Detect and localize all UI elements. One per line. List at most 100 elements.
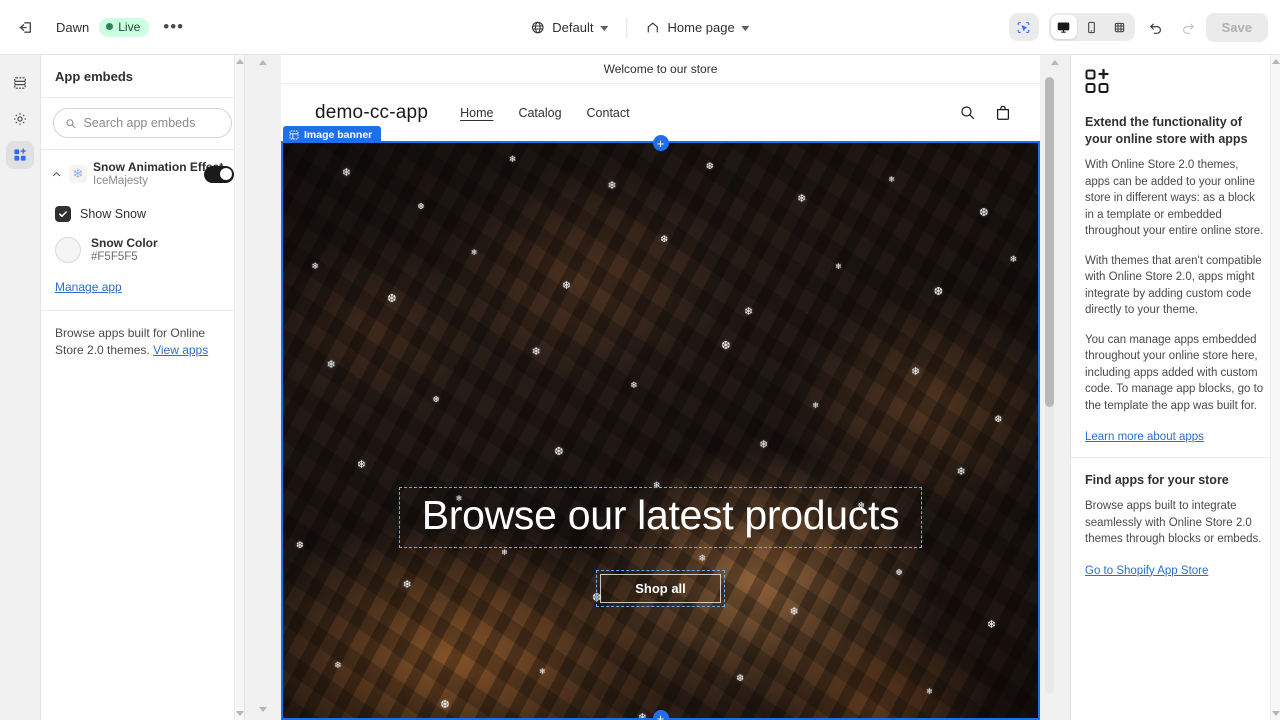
- left-panel-scrollbar[interactable]: [234, 55, 244, 720]
- mobile-icon[interactable]: [1079, 15, 1105, 39]
- search-input[interactable]: [83, 116, 220, 130]
- apps-info-body: Extend the functionality of your online …: [1071, 55, 1280, 457]
- settings-gear-icon[interactable]: [6, 105, 34, 133]
- sidebar-item-apps[interactable]: [6, 141, 34, 169]
- snow-color-row[interactable]: Snow Color #F5F5F5: [55, 234, 230, 278]
- storefront-header: demo-cc-app Home Catalog Contact: [281, 84, 1040, 141]
- search-box[interactable]: [53, 108, 232, 138]
- fullscreen-icon[interactable]: [1107, 15, 1133, 39]
- live-badge-label: Live: [118, 19, 141, 34]
- storefront-preview: Welcome to our store demo-cc-app Home Ca…: [281, 55, 1040, 720]
- learn-more-apps-link[interactable]: Learn more about apps: [1085, 431, 1204, 443]
- manage-app-link[interactable]: Manage app: [55, 280, 122, 294]
- snow-color-swatch[interactable]: [55, 237, 81, 263]
- show-snow-checkbox[interactable]: [55, 206, 71, 222]
- cart-icon[interactable]: [994, 104, 1012, 122]
- scroll-down-arrow-icon[interactable]: [259, 707, 267, 712]
- preview-right-gutter: [1040, 55, 1070, 720]
- preview-zone: Welcome to our store demo-cc-app Home Ca…: [245, 55, 1070, 720]
- app-embed-settings: Show Snow Snow Color #F5F5F5 Manage app: [41, 198, 244, 310]
- inspect-icon[interactable]: [1011, 15, 1037, 39]
- desktop-icon[interactable]: [1050, 15, 1077, 39]
- page-selector-label: Home page: [667, 20, 735, 35]
- apps-icon: [14, 148, 26, 161]
- announcement-bar: Welcome to our store: [281, 55, 1040, 84]
- add-section-below-button[interactable]: +: [652, 710, 669, 720]
- nav-link-catalog[interactable]: Catalog: [518, 106, 561, 120]
- panel-footer: Browse apps built for Online Store 2.0 t…: [41, 311, 244, 373]
- apps-info-heading: Extend the functionality of your online …: [1085, 115, 1248, 146]
- app-embed-item[interactable]: ❄ Snow Animation Effect IceMajesty: [41, 150, 244, 198]
- section-label-text: Image banner: [304, 128, 373, 141]
- chevron-down-icon: [741, 25, 750, 31]
- nav-link-contact[interactable]: Contact: [587, 106, 630, 120]
- find-apps-section: Find apps for your store Browse apps bui…: [1071, 458, 1280, 591]
- locale-selector-label: Default: [552, 20, 594, 35]
- device-preview-group: [1048, 13, 1135, 41]
- preview-scrollbar-thumb[interactable]: [1045, 77, 1054, 407]
- shop-all-button[interactable]: Shop all: [596, 569, 725, 607]
- sections-icon[interactable]: [6, 69, 34, 97]
- app-embeds-panel: App embeds ❄ Snow Animation Effec: [40, 55, 245, 720]
- snowflake-icon: ❄: [69, 165, 87, 183]
- snow-overlay: ❄ ❆ ❄ ❄ ❆ ❄ ❄ ❆ ❄ ❆ ❄ ❄ ❆ ❄ ❄ ❆ ❄ ❄ ❆ ❄ …: [296, 154, 1018, 720]
- snow-color-value: #F5F5F5: [91, 251, 138, 263]
- chevron-down-icon: [600, 25, 609, 31]
- hero-content: Browse our latest products Shop all: [281, 486, 1040, 607]
- scroll-up-arrow-icon[interactable]: [235, 59, 244, 64]
- scroll-down-arrow-icon[interactable]: [235, 711, 244, 716]
- apps-info-paragraph-1: With Online Store 2.0 themes, apps can b…: [1085, 159, 1264, 237]
- theme-editor-app: Dawn Live ••• Default Home page Save App…: [0, 0, 1280, 720]
- app-embed-title: Snow Animation Effect: [93, 160, 224, 174]
- banner-block-icon: [289, 130, 299, 139]
- scroll-up-arrow-icon[interactable]: [259, 60, 267, 65]
- view-apps-link[interactable]: View apps: [153, 343, 208, 357]
- status-badge: Live: [99, 17, 150, 37]
- image-banner-section[interactable]: ❄ ❆ ❄ ❄ ❆ ❄ ❄ ❆ ❄ ❆ ❄ ❄ ❆ ❄ ❄ ❆ ❄ ❄ ❆ ❄ …: [281, 141, 1040, 720]
- shopify-app-store-link[interactable]: Go to Shopify App Store: [1085, 565, 1208, 577]
- globe-icon: [532, 21, 544, 34]
- shop-all-label: Shop all: [635, 580, 686, 596]
- apps-grid-plus-icon: [1085, 68, 1266, 100]
- more-options-button[interactable]: •••: [159, 14, 188, 40]
- checkmark-icon: [59, 211, 67, 218]
- app-embed-text: Snow Animation Effect IceMajesty: [93, 160, 224, 188]
- home-icon: [647, 22, 659, 33]
- app-embed-toggle[interactable]: [204, 165, 234, 183]
- undo-icon[interactable]: [1142, 13, 1170, 41]
- app-embed-developer: IceMajesty: [93, 175, 148, 187]
- selector-divider: [626, 17, 628, 38]
- top-bar: Dawn Live ••• Default Home page Save: [0, 0, 1280, 55]
- scroll-up-arrow-icon[interactable]: [1051, 60, 1059, 65]
- redo-icon: [1174, 13, 1202, 41]
- page-selector[interactable]: Home page: [636, 15, 758, 40]
- chevron-up-icon[interactable]: [49, 167, 63, 181]
- storefront-header-icons: [959, 104, 1012, 122]
- save-button[interactable]: Save: [1205, 12, 1268, 42]
- scroll-down-arrow-icon[interactable]: [1271, 711, 1280, 716]
- theme-name[interactable]: Dawn: [56, 20, 89, 35]
- toggle-knob: [219, 168, 232, 180]
- nav-link-home[interactable]: Home: [460, 106, 493, 120]
- hero-heading[interactable]: Browse our latest products: [398, 486, 923, 548]
- store-logo[interactable]: demo-cc-app: [315, 102, 428, 124]
- search-icon[interactable]: [959, 104, 976, 121]
- inspect-tool-group: [1008, 13, 1039, 41]
- locale-selector[interactable]: Default: [521, 15, 617, 40]
- find-apps-paragraph: Browse apps built to integrate seamlessl…: [1085, 500, 1262, 545]
- preview-scrollbar-track[interactable]: [1045, 77, 1054, 694]
- top-bar-center: Default Home page: [521, 0, 758, 55]
- section-label-badge[interactable]: Image banner: [283, 126, 382, 143]
- search-section: [41, 98, 244, 150]
- show-snow-row[interactable]: Show Snow: [55, 200, 230, 234]
- apps-info-paragraph-2: With themes that aren't compatible with …: [1085, 254, 1262, 317]
- snow-color-label: Snow Color: [91, 236, 158, 250]
- right-panel-scrollbar[interactable]: [1270, 55, 1280, 720]
- show-snow-label: Show Snow: [80, 207, 147, 221]
- exit-icon[interactable]: [12, 13, 40, 41]
- live-dot-icon: [106, 23, 114, 30]
- apps-info-paragraph-3: You can manage apps embedded throughout …: [1085, 333, 1264, 412]
- apps-info-panel: Extend the functionality of your online …: [1070, 55, 1280, 720]
- add-section-above-button[interactable]: +: [652, 135, 669, 151]
- scroll-up-arrow-icon[interactable]: [1271, 59, 1280, 64]
